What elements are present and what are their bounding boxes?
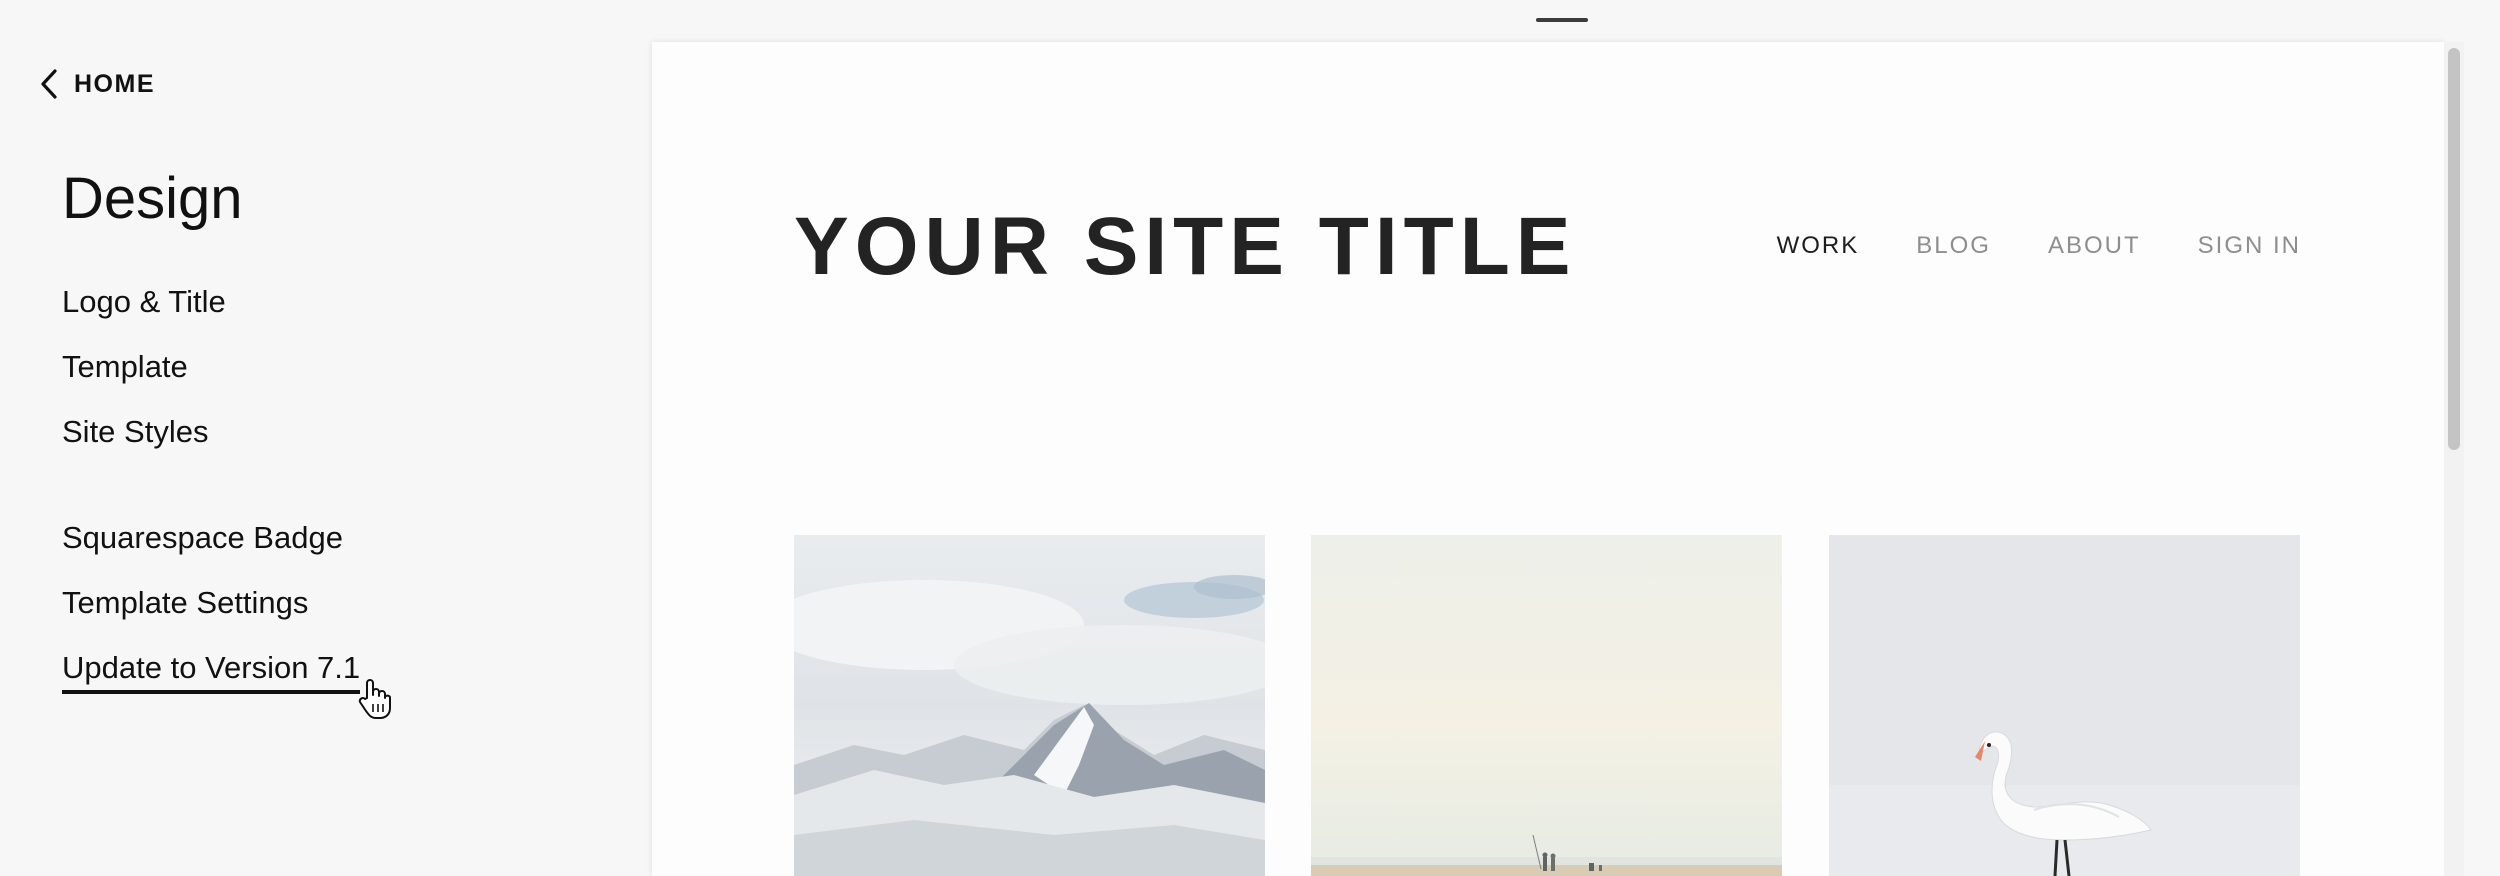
gallery-image-mountains[interactable] bbox=[794, 535, 1265, 876]
portfolio-gallery bbox=[794, 535, 2300, 876]
gallery-image-beach[interactable] bbox=[1311, 535, 1782, 876]
site-navigation: WORK BLOG ABOUT SIGN IN bbox=[1777, 232, 2301, 260]
design-panel: HOME Design Logo & Title Template Site S… bbox=[0, 0, 652, 876]
menu-item-site-styles[interactable]: Site Styles bbox=[62, 412, 208, 452]
preview-drag-handle[interactable] bbox=[1536, 18, 1588, 22]
back-home-link[interactable]: HOME bbox=[38, 64, 155, 104]
site-title[interactable]: YOUR SITE TITLE bbox=[794, 202, 1576, 292]
pointer-hand-icon bbox=[358, 678, 392, 720]
preview-scrollbar-thumb[interactable] bbox=[2448, 48, 2460, 450]
menu-item-logo-title[interactable]: Logo & Title bbox=[62, 282, 226, 322]
menu-item-template-settings[interactable]: Template Settings bbox=[62, 583, 308, 623]
site-preview: YOUR SITE TITLE WORK BLOG ABOUT SIGN IN bbox=[652, 42, 2444, 876]
back-home-label: HOME bbox=[74, 69, 155, 98]
nav-about[interactable]: ABOUT bbox=[2048, 232, 2141, 260]
panel-title: Design bbox=[62, 166, 243, 231]
menu-item-update-version[interactable]: Update to Version 7.1 bbox=[62, 648, 361, 694]
menu-item-squarespace-badge[interactable]: Squarespace Badge bbox=[62, 518, 343, 558]
nav-blog[interactable]: BLOG bbox=[1916, 232, 1991, 260]
nav-sign-in[interactable]: SIGN IN bbox=[2198, 232, 2301, 260]
gallery-image-swan[interactable] bbox=[1829, 535, 2300, 876]
nav-work[interactable]: WORK bbox=[1777, 232, 1860, 260]
chevron-left-icon bbox=[38, 67, 64, 101]
menu-item-template[interactable]: Template bbox=[62, 347, 188, 387]
squarespace-editor: HOME Design Logo & Title Template Site S… bbox=[0, 0, 2500, 876]
